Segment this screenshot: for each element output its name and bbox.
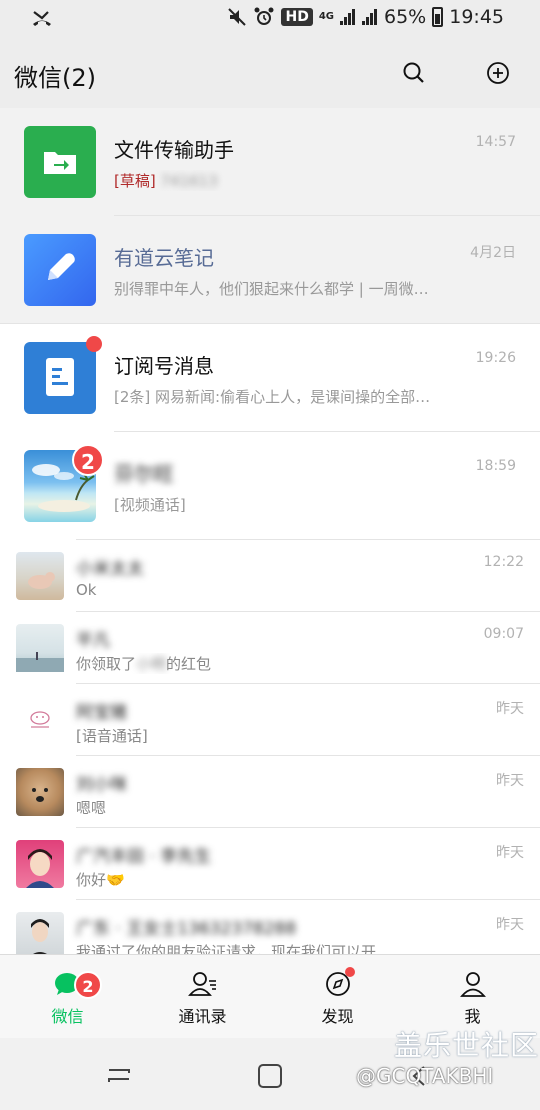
unread-dot	[86, 336, 102, 352]
status-time: 19:45	[449, 6, 504, 28]
tab-unread-badge: 2	[74, 971, 102, 999]
chat-preview: 你领取了小明的红包	[76, 653, 436, 674]
contacts-icon	[187, 972, 216, 996]
watermark-handle: @GCQTAKBHI	[356, 1064, 494, 1088]
chat-row-youdao[interactable]: 有道云笔记 别得罪中年人，他们狠起来什么都学 | 一周微… 4月2日	[0, 216, 540, 324]
dog-photo-avatar	[16, 768, 64, 816]
person-icon	[459, 972, 486, 997]
chat-time: 19:26	[475, 350, 516, 366]
chat-name: 阿宝猪	[76, 703, 127, 723]
tab-chats[interactable]: 2 微信	[0, 955, 135, 1039]
page-title: 微信(2)	[14, 64, 96, 92]
chat-row-contact[interactable]: 阿宝猪 [语音通话] 昨天	[0, 684, 540, 756]
alarm-icon	[254, 7, 274, 25]
preview-text: 你领取了	[76, 655, 137, 673]
draft-text: 741613	[160, 172, 218, 190]
battery-icon	[432, 7, 444, 27]
chat-row-file-transfer[interactable]: 文件传输助手 [草稿] 741613 14:57	[0, 108, 540, 216]
chat-time: 14:57	[475, 134, 516, 150]
preview-text: 的红包	[166, 655, 212, 673]
status-bar: HD 4G 65% 19:45	[0, 0, 540, 36]
tab-discover[interactable]: 发现	[270, 955, 405, 1039]
mute-icon	[228, 8, 247, 26]
chat-name: 小米太太	[76, 559, 144, 579]
chat-name: 芬尔旺	[114, 462, 174, 486]
chat-preview: 别得罪中年人，他们狠起来什么都学 | 一周微…	[114, 280, 429, 298]
chat-row-contact[interactable]: 广东 · 王女士13632378288 我通过了你的朋友验证请求，现在我们可以开…	[0, 900, 540, 954]
pig-photo-avatar	[16, 552, 64, 600]
chat-preview: [草稿] 741613	[114, 170, 454, 191]
sea-photo-avatar	[16, 624, 64, 672]
chat-time: 昨天	[496, 845, 524, 861]
draft-tag: [草稿]	[114, 172, 156, 190]
chat-preview: 你好🤝	[76, 871, 125, 889]
chat-time: 昨天	[496, 701, 524, 717]
chat-time: 18:59	[475, 458, 516, 474]
chat-name: 有道云笔记	[114, 246, 214, 270]
missed-call-icon	[33, 11, 51, 26]
chat-name: 广东 · 王女士13632378288	[76, 919, 297, 939]
chat-name: 平凡	[76, 631, 110, 651]
battery-percent: 65%	[384, 6, 427, 28]
chat-time: 4月2日	[470, 245, 516, 261]
girl-cartoon-avatar	[16, 840, 64, 888]
chat-row-contact[interactable]: 刘小咪 嗯嗯 昨天	[0, 756, 540, 828]
network-type: 4G	[318, 11, 334, 22]
chat-time: 09:07	[483, 626, 524, 642]
chat-preview: [语音通话]	[76, 727, 148, 745]
tab-contacts[interactable]: 通讯录	[135, 955, 270, 1039]
chat-name: 广汽丰田 · 李先生	[76, 847, 212, 867]
tab-label: 通讯录	[178, 1007, 227, 1026]
chat-row-contact[interactable]: 小米太太 Ok 12:22	[0, 540, 540, 612]
chat-time: 昨天	[496, 917, 524, 933]
preview-sender: 小明	[136, 655, 167, 673]
chat-list: 文件传输助手 [草稿] 741613 14:57 有道云笔记 别得罪中年人，他们…	[0, 108, 540, 954]
home-button-icon[interactable]	[256, 1062, 284, 1090]
chat-row-contact[interactable]: 2 芬尔旺 [视频通话] 18:59	[0, 432, 540, 540]
unread-count-badge: 2	[72, 444, 104, 476]
add-circle-icon[interactable]	[485, 60, 511, 86]
signal-icon-2	[362, 9, 378, 25]
youdao-note-icon	[24, 234, 96, 306]
chat-preview: [2条] 网易新闻:偷看心上人，是课间操的全部…	[114, 388, 431, 406]
watermark-title: 盖乐世社区	[394, 1029, 540, 1062]
chat-preview: 嗯嗯	[76, 799, 107, 817]
chat-time: 12:22	[483, 554, 524, 570]
chat-preview: Ok	[76, 581, 97, 599]
chat-preview: [视频通话]	[114, 496, 186, 514]
search-icon[interactable]	[401, 60, 427, 86]
pink-pig-logo-avatar	[16, 696, 64, 744]
chat-name: 文件传输助手	[114, 138, 234, 162]
app-header: 微信(2)	[0, 36, 540, 108]
woman-photo-avatar	[16, 912, 64, 954]
chat-row-contact[interactable]: 平凡 你领取了小明的红包 09:07	[0, 612, 540, 684]
chat-preview: 我通过了你的朋友验证请求，现在我们可以开…	[76, 943, 392, 954]
subscription-icon	[24, 342, 96, 414]
signal-icon	[340, 9, 356, 25]
tab-label: 发现	[321, 1007, 354, 1026]
wechat-screen: HD 4G 65% 19:45 微信(2) 文件传输助手 [草稿] 741613…	[0, 0, 540, 1110]
chat-row-subscriptions[interactable]: 订阅号消息 [2条] 网易新闻:偷看心上人，是课间操的全部… 19:26	[0, 324, 540, 432]
chat-name: 刘小咪	[76, 775, 127, 795]
chat-time: 昨天	[496, 773, 524, 789]
recent-apps-icon[interactable]	[105, 1062, 133, 1090]
hd-badge: HD	[281, 8, 313, 26]
file-transfer-icon	[24, 126, 96, 198]
discover-dot	[345, 967, 355, 977]
chat-name: 订阅号消息	[114, 354, 214, 378]
tab-label: 微信	[51, 1007, 84, 1026]
chat-row-contact[interactable]: 广汽丰田 · 李先生 你好🤝 昨天	[0, 828, 540, 900]
